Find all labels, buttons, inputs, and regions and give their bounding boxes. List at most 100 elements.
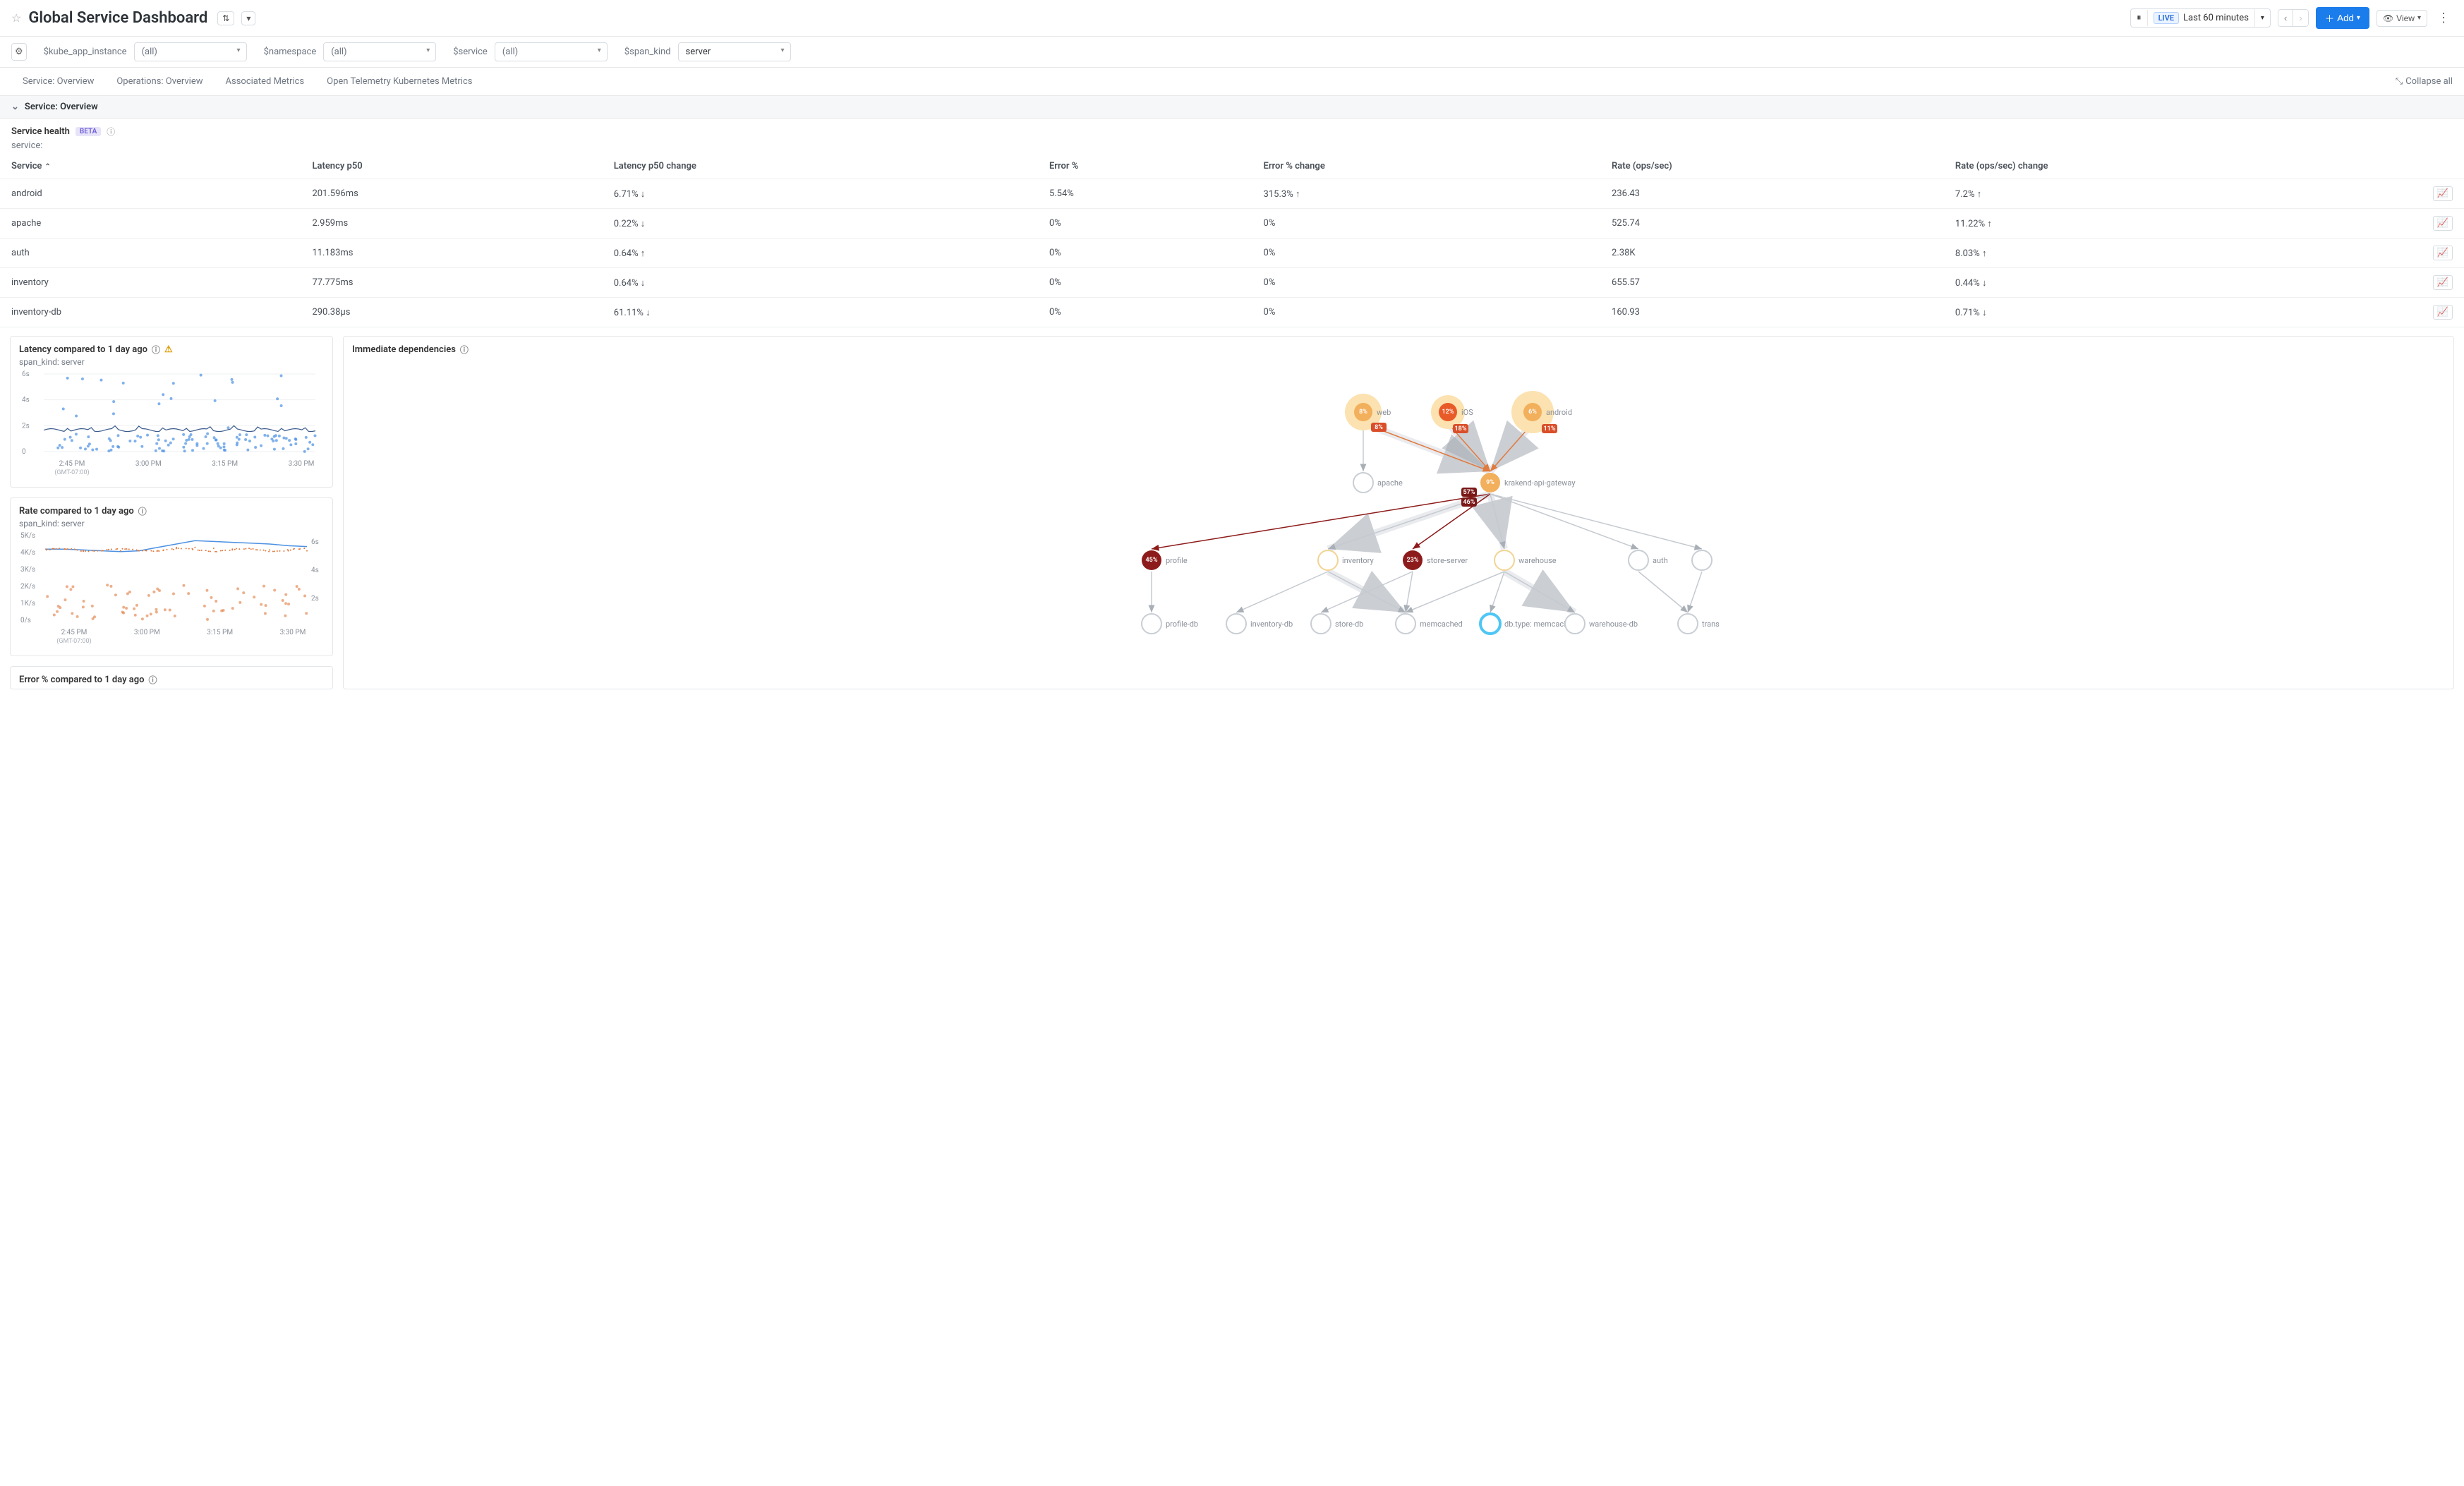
pause-icon[interactable]: ⏸ — [2137, 13, 2142, 23]
title-dropdown-button[interactable]: ▾ — [241, 11, 255, 25]
filter-select-span-kind[interactable]: server▾ — [678, 42, 791, 61]
col-rate[interactable]: Rate (ops/sec) — [1600, 154, 1944, 179]
svg-text:45%: 45% — [1146, 557, 1158, 564]
error-title: Error % compared to 1 day ago — [19, 675, 145, 685]
svg-text:0/s: 0/s — [20, 617, 31, 624]
svg-text:krakend-api-gateway: krakend-api-gateway — [1504, 478, 1576, 488]
chevron-down-icon: ▾ — [2417, 14, 2421, 22]
svg-text:memcached: memcached — [1420, 620, 1463, 629]
time-range-picker[interactable]: ⏸ LIVE Last 60 minutes ▾ — [2130, 8, 2271, 28]
info-icon[interactable]: ⓘ — [138, 505, 147, 517]
chevron-down-icon: ▾ — [2357, 14, 2360, 22]
svg-text:4s: 4s — [22, 397, 30, 404]
time-nav-group: ‹ › — [2278, 9, 2309, 27]
sort-icon: ⌃ — [44, 163, 50, 171]
view-button[interactable]: 👁 View ▾ — [2377, 10, 2427, 27]
col-error-pct-change[interactable]: Error % change — [1252, 154, 1600, 179]
time-prev-button[interactable]: ‹ — [2278, 9, 2293, 27]
svg-text:store-server: store-server — [1427, 556, 1468, 565]
add-button[interactable]: ＋ Add ▾ — [2316, 7, 2369, 29]
chevron-down-icon: ▾ — [237, 47, 241, 54]
col-error-pct[interactable]: Error % — [1038, 154, 1252, 179]
row-chart-icon[interactable]: 📈 — [2433, 186, 2453, 201]
error-compare-card: Error % compared to 1 day ago ⓘ — [10, 666, 333, 689]
filter-bar: ⚙ $kube_app_instance (all)▾ $namespace (… — [0, 37, 2464, 68]
chevron-down-icon[interactable]: ⌄ — [11, 102, 19, 112]
table-row[interactable]: apache2.959ms0.22% ↓0%0%525.7411.22% ↑📈 — [0, 209, 2464, 238]
time-range-label: Last 60 minutes — [2183, 13, 2249, 23]
svg-text:4K/s: 4K/s — [20, 549, 35, 557]
svg-text:2:45 PM: 2:45 PM — [61, 629, 87, 636]
svg-text:3K/s: 3K/s — [20, 566, 35, 574]
svg-text:4s: 4s — [311, 567, 319, 574]
table-row[interactable]: android201.596ms6.71% ↓5.54%315.3% ↑236.… — [0, 179, 2464, 209]
row-chart-icon[interactable]: 📈 — [2433, 216, 2453, 231]
top-bar: ☆ Global Service Dashboard ⇅ ▾ ⏸ LIVE La… — [0, 0, 2464, 37]
filter-select-service[interactable]: (all)▾ — [495, 42, 608, 61]
warning-icon[interactable]: ⚠ — [164, 344, 173, 355]
filter-label-kube: $kube_app_instance — [44, 47, 127, 57]
svg-text:(GMT-07:00): (GMT-07:00) — [54, 469, 89, 476]
svg-text:12%: 12% — [1442, 409, 1454, 416]
time-range-chevron-icon[interactable]: ▾ — [2261, 14, 2264, 22]
beta-badge: BETA — [76, 127, 101, 136]
svg-text:3:00 PM: 3:00 PM — [135, 460, 162, 468]
svg-text:android: android — [1546, 408, 1572, 417]
svg-text:inventory-db: inventory-db — [1250, 620, 1293, 629]
filter-label-namespace: $namespace — [264, 47, 317, 57]
info-icon[interactable]: ⓘ — [149, 674, 157, 686]
svg-text:trans: trans — [1702, 620, 1720, 629]
tab-operations-overview[interactable]: Operations: Overview — [105, 68, 214, 95]
filter-label-service: $service — [453, 47, 488, 57]
table-row[interactable]: auth11.183ms0.64% ↑0%0%2.38K8.03% ↑📈 — [0, 238, 2464, 268]
latency-compare-card: Latency compared to 1 day ago ⓘ ⚠ span_k… — [10, 336, 333, 488]
more-menu-icon[interactable]: ⋮ — [2434, 8, 2453, 28]
favorite-star-icon[interactable]: ☆ — [11, 11, 21, 25]
svg-text:warehouse-db: warehouse-db — [1589, 620, 1638, 629]
svg-text:46%: 46% — [1463, 499, 1475, 506]
tab-otel-k8s-metrics[interactable]: Open Telemetry Kubernetes Metrics — [315, 68, 483, 95]
info-icon[interactable]: ⓘ — [107, 126, 115, 138]
info-icon[interactable]: ⓘ — [152, 344, 160, 356]
svg-text:(GMT-07:00): (GMT-07:00) — [56, 637, 91, 645]
svg-text:store-db: store-db — [1335, 620, 1363, 629]
filter-select-namespace[interactable]: (all)▾ — [323, 42, 436, 61]
svg-text:5K/s: 5K/s — [20, 532, 35, 540]
tab-service-overview[interactable]: Service: Overview — [11, 68, 105, 95]
filter-select-kube[interactable]: (all)▾ — [134, 42, 247, 61]
dependency-graph[interactable]: 8%web12%iOS6%androidapache9%krakend-api-… — [352, 356, 2445, 645]
svg-text:3:30 PM: 3:30 PM — [289, 460, 315, 468]
svg-text:web: web — [1377, 408, 1391, 417]
svg-text:8%: 8% — [1375, 424, 1383, 431]
eye-icon: 👁 — [2383, 13, 2393, 23]
table-row[interactable]: inventory77.775ms0.64% ↓0%0%655.570.44% … — [0, 268, 2464, 298]
svg-text:1K/s: 1K/s — [20, 600, 35, 608]
title-expand-button[interactable]: ⇅ — [217, 11, 234, 25]
col-rate-change[interactable]: Rate (ops/sec) change — [1944, 154, 2422, 179]
filter-label-span-kind: $span_kind — [624, 47, 671, 57]
row-chart-icon[interactable]: 📈 — [2433, 246, 2453, 260]
svg-text:11%: 11% — [1544, 425, 1556, 433]
service-health-subtitle: service: — [11, 140, 2453, 151]
tab-associated-metrics[interactable]: Associated Metrics — [215, 68, 316, 95]
col-latency-p50[interactable]: Latency p50 — [301, 154, 602, 179]
table-row[interactable]: inventory-db290.38µs61.11% ↓0%0%160.930.… — [0, 298, 2464, 327]
collapse-all-button[interactable]: ⤡ Collapse all — [2396, 68, 2453, 95]
info-icon[interactable]: ⓘ — [460, 344, 469, 356]
settings-icon[interactable]: ⚙ — [11, 43, 27, 61]
svg-text:2K/s: 2K/s — [20, 583, 35, 591]
col-latency-p50-change[interactable]: Latency p50 change — [603, 154, 1038, 179]
col-service[interactable]: Service⌃ — [0, 154, 301, 179]
svg-text:profile-db: profile-db — [1166, 620, 1198, 629]
service-health-title: Service health — [11, 126, 70, 137]
row-chart-icon[interactable]: 📈 — [2433, 275, 2453, 290]
svg-text:23%: 23% — [1407, 557, 1419, 564]
time-next-button[interactable]: › — [2293, 9, 2308, 27]
chevron-down-icon: ▾ — [780, 47, 784, 54]
section-header[interactable]: ⌄ Service: Overview — [0, 96, 2464, 119]
row-chart-icon[interactable]: 📈 — [2433, 305, 2453, 320]
deps-title: Immediate dependencies — [352, 344, 456, 355]
dependencies-card: Immediate dependencies ⓘ 8%web12%iOS6%an… — [343, 336, 2454, 689]
svg-text:3:15 PM: 3:15 PM — [207, 629, 233, 636]
rate-chart: 5K/s4K/s3K/s2K/s1K/s0/s 6s4s2s 2:45 PM3:… — [19, 528, 324, 648]
